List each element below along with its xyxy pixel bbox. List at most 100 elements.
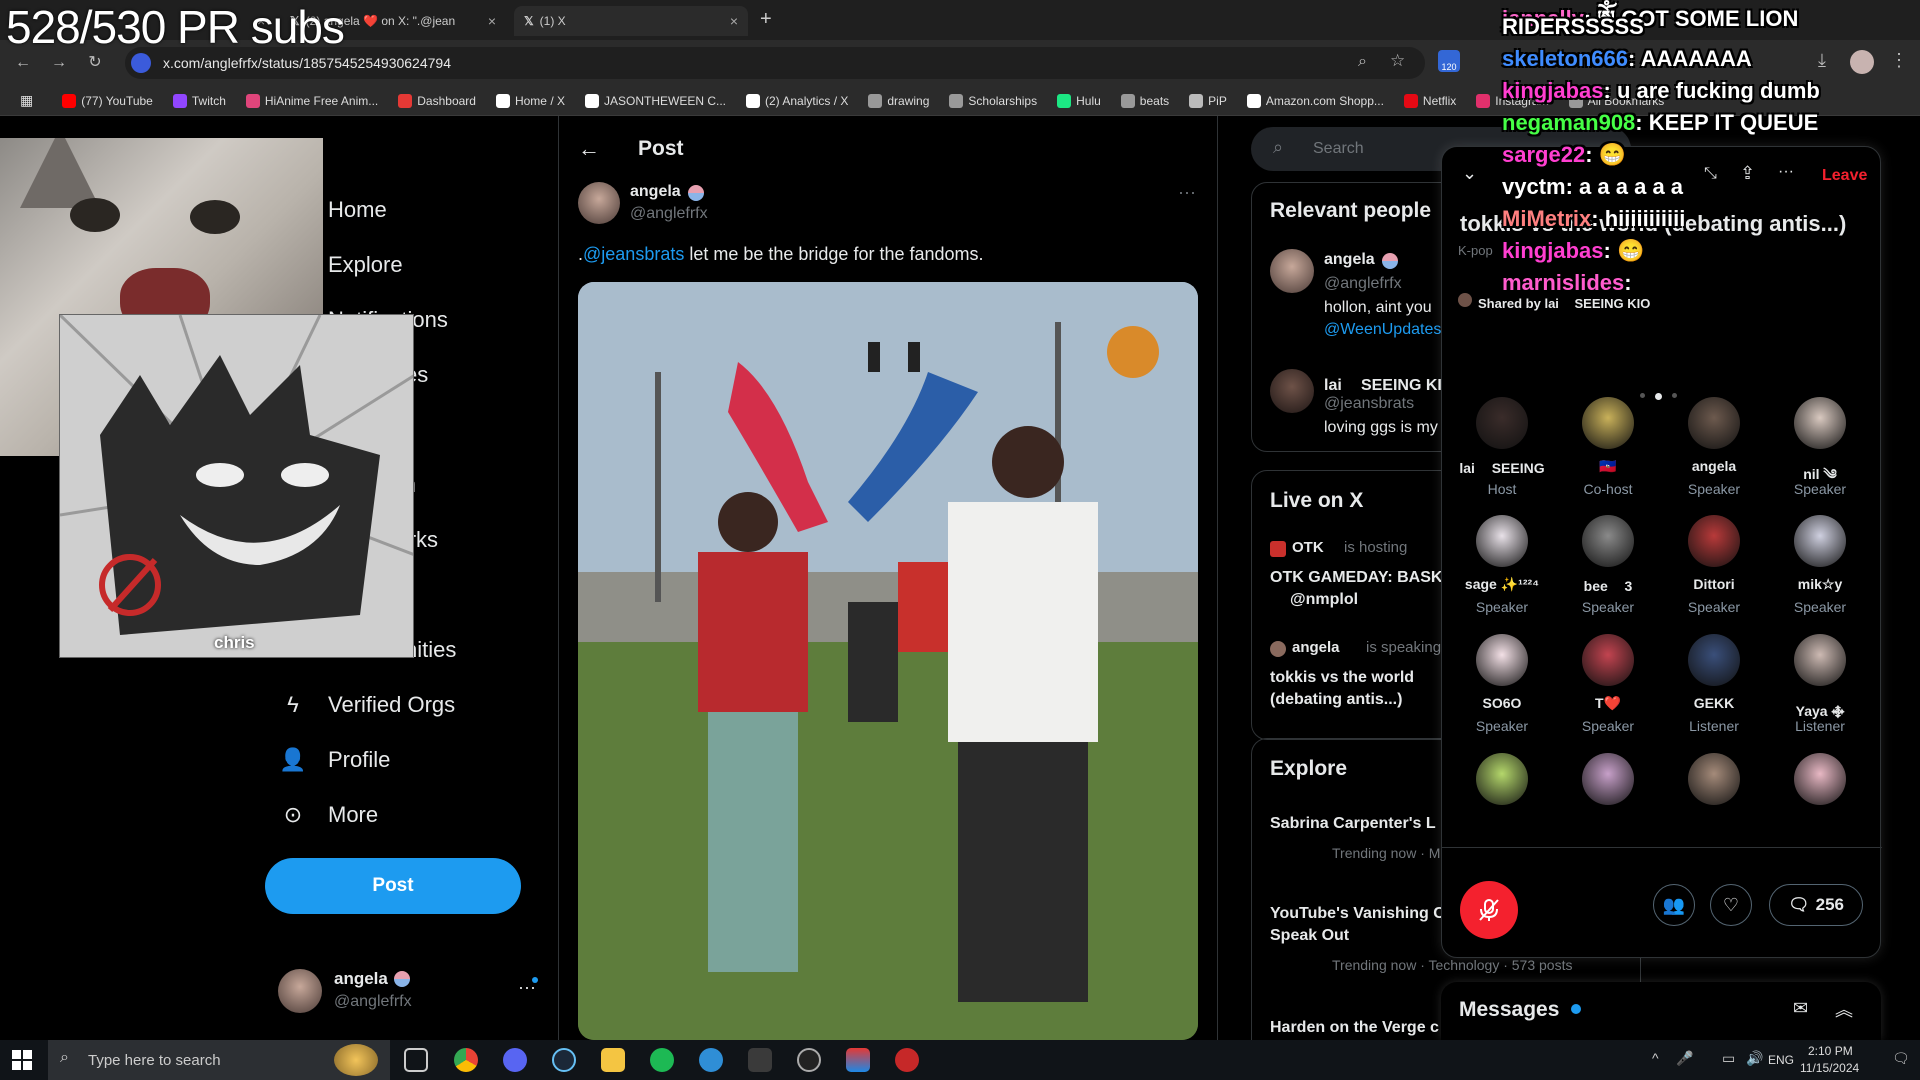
bookmark-item[interactable]: Hulu [1050,93,1108,108]
discord-icon[interactable] [503,1048,527,1072]
steam-icon[interactable] [552,1048,576,1072]
post-photo[interactable] [578,282,1198,1040]
ccleaner-icon[interactable] [699,1048,723,1072]
back-icon[interactable]: ← [12,52,34,74]
language-indicator[interactable]: ENG [1768,1053,1794,1067]
space-participant[interactable]: angela Speaker [1664,397,1764,497]
bookmark-item[interactable]: Amazon.com Shopp... [1240,93,1391,108]
notification-icon[interactable]: 🗨 [1892,1050,1910,1067]
tray-chevron-icon[interactable]: ^ [1652,1050,1659,1066]
download-icon[interactable]: ⤓ [1818,50,1826,71]
bookmark-item[interactable]: (77) YouTube [55,93,160,108]
chat-message: negaman908: KEEP IT QUEUE [1502,110,1818,136]
space-participant[interactable]: mik☆y Speaker [1770,515,1870,615]
expand-icon[interactable]: ︽ [1835,996,1853,1022]
space-participant[interactable]: T❤️ Speaker [1558,634,1658,734]
taskbar-search-input[interactable]: ⌕ Type here to search [48,1040,390,1080]
space-participant[interactable] [1452,753,1552,837]
clock-time[interactable]: 2:10 PM [1808,1044,1853,1058]
space-participant[interactable] [1558,753,1658,837]
space-participant[interactable]: Dittori Speaker [1664,515,1764,615]
react-button[interactable]: ♡ [1710,884,1752,926]
bookmark-item[interactable]: drawing [861,93,936,108]
bookmark-item[interactable]: JASONTHEWEEN C... [578,93,733,108]
post-button[interactable]: Post [265,858,521,914]
relevant-people-title: Relevant people [1270,199,1432,222]
space-participant[interactable]: Yaya ࿇ Listener [1770,634,1870,734]
bookmark-item[interactable]: Twitch [166,93,233,108]
post-author-handle[interactable]: @anglefrfx [630,205,708,223]
volume-icon[interactable]: 🔊 [1746,1050,1763,1067]
zoom-icon[interactable]: ⌕ [1358,53,1367,71]
bookmark-star-icon[interactable]: ☆ [1390,51,1405,71]
menu-icon[interactable]: ⋮ [1890,50,1908,71]
people-button[interactable]: 👥 [1653,884,1695,926]
mic-muted-button[interactable] [1460,881,1518,939]
sidebar-item-explore[interactable]: ⌕Explore [328,245,403,285]
collapse-chevron-icon[interactable]: ⌄ [1462,163,1477,184]
davinci-icon[interactable] [748,1048,772,1072]
avatar[interactable] [1850,50,1874,74]
apps-icon[interactable]: ▦ [20,92,33,109]
replies-button[interactable]: 🗨 256 [1769,884,1863,926]
bookmark-item[interactable]: Dashboard [391,93,483,108]
bookmark-item[interactable]: (2) Analytics / X [739,93,855,108]
task-view-icon[interactable] [404,1048,428,1072]
bookmark-label: (77) YouTube [81,93,153,108]
new-tab-button[interactable]: + [760,8,772,31]
bookmark-item[interactable]: PiP [1182,93,1234,108]
app-icon[interactable] [846,1048,870,1072]
file-explorer-icon[interactable] [601,1048,625,1072]
sidebar-item-verified-orgs[interactable]: ϟ Verified Orgs [278,685,455,725]
bookmark-item[interactable]: Scholarships [942,93,1044,108]
clock-date[interactable]: 11/15/2024 [1800,1061,1859,1075]
participant-role: Speaker [1475,718,1529,734]
sidebar-item-profile[interactable]: 👤 Profile [278,740,390,780]
url-text: x.com/anglefrfx/status/18575452549306247… [163,55,451,71]
participant-name: angela [1691,458,1737,474]
bookmark-item[interactable]: beats [1114,93,1176,108]
back-arrow-icon[interactable]: ← [578,136,600,162]
space-participant[interactable]: bee ㅤ3 Speaker [1558,515,1658,615]
space-participant[interactable]: sage ✨¹²²⁴ Speaker [1452,515,1552,615]
mic-icon[interactable]: 🎤 [1676,1050,1693,1067]
bookmark-item[interactable]: HiAnime Free Anim... [239,93,385,108]
extension-icon[interactable]: 120 [1438,50,1460,72]
more-icon[interactable]: ··· [1778,163,1794,181]
app-icon[interactable] [797,1048,821,1072]
start-button[interactable] [12,1050,32,1070]
app-icon[interactable] [895,1048,919,1072]
bookmark-item[interactable]: Home / X [489,93,572,108]
forward-icon[interactable]: → [48,52,70,74]
sidebar-item-home[interactable]: ⌂Home [328,190,387,230]
messages-drawer[interactable]: Messages ✉ ︽ [1441,982,1881,1040]
bookmark-item[interactable]: Netflix [1397,93,1463,108]
site-info-icon[interactable] [131,53,151,73]
leave-button[interactable]: Leave [1822,167,1867,185]
space-participant[interactable]: lai ㅤSEEING Host [1452,397,1552,497]
space-participant[interactable]: nil ༄ Speaker [1770,397,1870,497]
space-participant[interactable] [1664,753,1764,837]
spotify-icon[interactable] [650,1048,674,1072]
tab-2-close-icon[interactable]: × [488,13,496,29]
minimize-icon[interactable]: ⤡ [1704,165,1717,183]
post-author-name[interactable]: angela [630,183,681,201]
space-participant[interactable]: SO6O Speaker [1452,634,1552,734]
network-icon[interactable]: ▭ [1722,1050,1735,1067]
sidebar-item-more[interactable]: ⊙ More [278,795,378,835]
space-participant[interactable]: 🇭🇹 Co-host [1558,397,1658,497]
post-mention-link[interactable]: @jeansbrats [583,244,684,264]
tab-3[interactable]: 𝕏 (1) X × [514,6,748,36]
chrome-icon[interactable] [454,1048,478,1072]
tab-3-close-icon[interactable]: × [730,13,738,29]
post-more-icon[interactable]: ··· [1178,182,1196,203]
reload-icon[interactable]: ↻ [84,52,106,74]
account-switcher[interactable]: angela @anglefrfx ··· [278,965,543,1017]
share-icon[interactable]: ⇪ [1740,163,1755,184]
relevant-bio-link[interactable]: @WeenUpdates [1324,321,1441,339]
new-message-icon[interactable]: ✉ [1793,998,1808,1019]
post-author-avatar[interactable] [578,182,620,224]
space-participant[interactable]: GEKK Listener [1664,634,1764,734]
bookmark-favicon-icon [1120,93,1135,108]
space-participant[interactable] [1770,753,1870,837]
